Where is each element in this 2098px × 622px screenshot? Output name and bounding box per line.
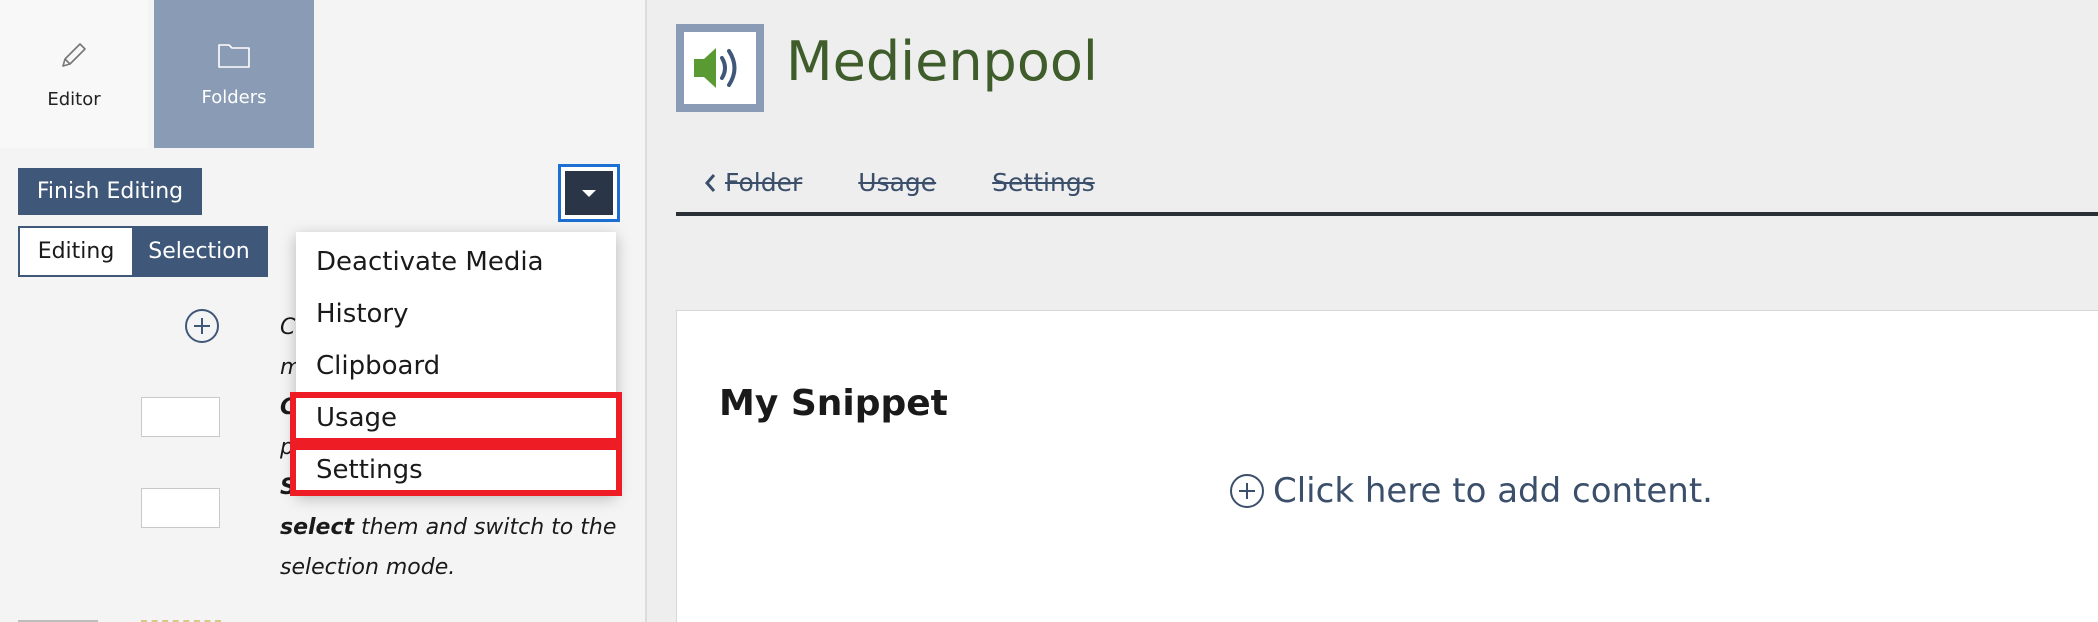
add-circle-icon — [1230, 474, 1264, 508]
more-options-dropdown-button[interactable] — [558, 164, 620, 222]
app-logo — [676, 24, 764, 112]
widget-thumbnail[interactable] — [141, 397, 220, 437]
nav-tabs: Folder Usage Settings — [703, 168, 1151, 197]
app-title: Medienpool — [786, 30, 1098, 93]
select-label: select — [280, 515, 355, 540]
menu-item-deactivate-media[interactable]: Deactivate Media — [296, 236, 616, 288]
add-content-label: Click here to add content. — [1273, 471, 1713, 511]
menu-item-clipboard[interactable]: Clipboard — [296, 340, 616, 392]
nav-tab-usage[interactable]: Usage — [858, 168, 936, 197]
chevron-left-icon — [705, 173, 716, 192]
menu-item-settings[interactable]: Settings — [290, 444, 622, 496]
nav-tab-settings[interactable]: Settings — [992, 168, 1095, 197]
help-text-line: selection mode. — [280, 555, 456, 580]
tab-folders-label: Folders — [201, 86, 267, 108]
help-text-line: select them and switch to the — [280, 508, 620, 548]
speaker-icon — [694, 48, 737, 88]
folder-icon — [218, 43, 250, 68]
finish-editing-button[interactable]: Finish Editing — [18, 168, 202, 215]
snippet-title: My Snippet — [719, 383, 948, 424]
widget-thumbnail[interactable] — [141, 488, 220, 528]
nav-tab-folder-label: Folder — [725, 168, 803, 197]
main-area: Medienpool Folder Usage Settings My Snip… — [649, 0, 2098, 622]
tab-editor[interactable]: Editor — [0, 0, 148, 148]
nav-underline — [676, 212, 2098, 216]
nav-tab-folder[interactable]: Folder — [703, 168, 802, 197]
logo-inner — [684, 32, 756, 104]
add-circle-icon[interactable] — [184, 308, 220, 344]
add-content-button[interactable]: Click here to add content. — [1229, 471, 1713, 511]
tab-editor-label: Editor — [47, 88, 101, 110]
dropdown-toggle-inner — [565, 171, 613, 215]
caret-down-icon — [582, 189, 596, 197]
pencil-icon — [62, 42, 86, 67]
editor-sidebar: Editor Folders Finish Editing Editing Se… — [0, 0, 647, 622]
mode-selection-button[interactable]: Selection — [132, 228, 266, 275]
mode-editing-button[interactable]: Editing — [20, 228, 132, 275]
content-card: My Snippet Click here to add content. — [676, 310, 2098, 622]
tab-folders[interactable]: Folders — [154, 0, 314, 148]
menu-item-usage[interactable]: Usage — [290, 392, 622, 444]
mode-switch: Editing Selection — [18, 226, 268, 277]
help-text-fragment: them and switch to the — [354, 515, 617, 540]
menu-item-history[interactable]: History — [296, 288, 616, 340]
options-dropdown-menu: Deactivate Media History Clipboard Usage… — [290, 232, 622, 496]
